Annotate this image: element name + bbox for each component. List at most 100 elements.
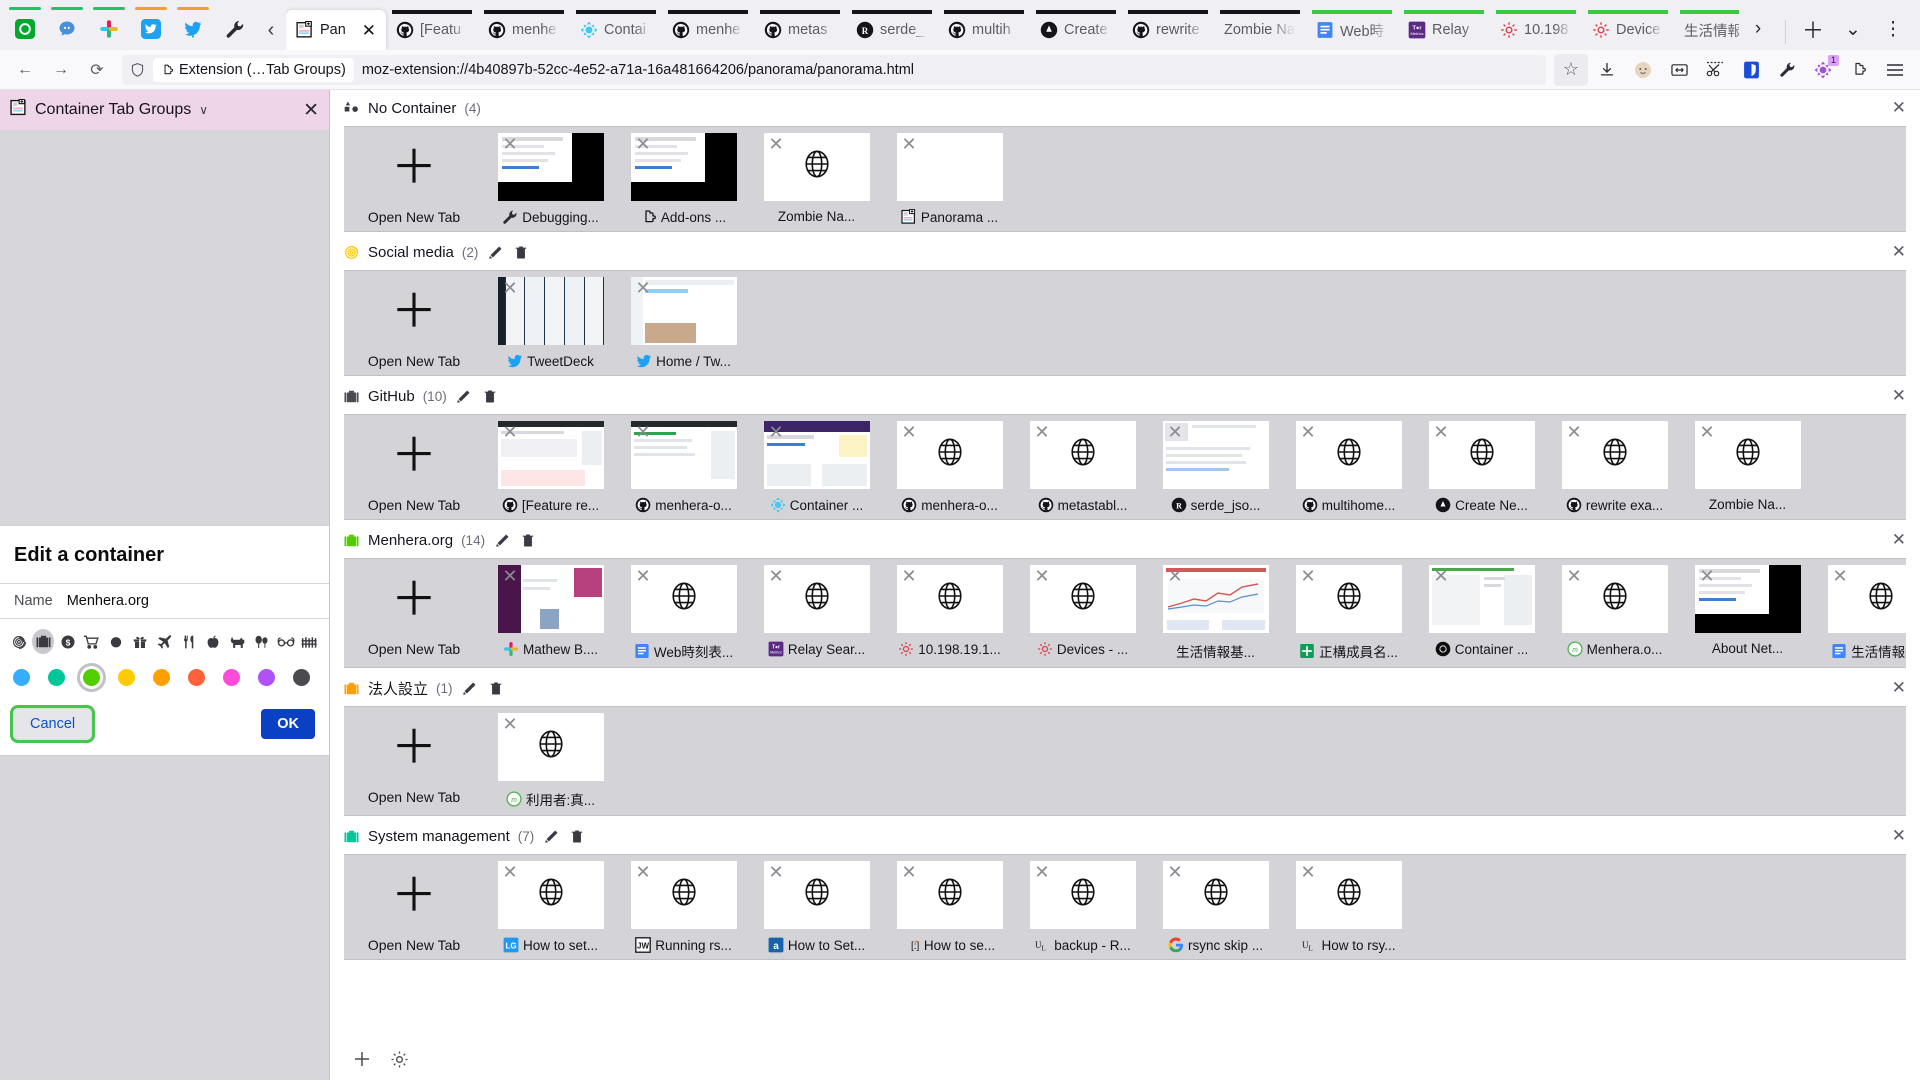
- tab-thumbnail[interactable]: ✕: [1162, 421, 1269, 489]
- group-delete-trash-icon[interactable]: [568, 827, 586, 845]
- browser-tab[interactable]: Rserde_: [846, 10, 938, 50]
- tab-close-button[interactable]: ✕: [503, 715, 518, 733]
- open-new-tab-button[interactable]: ＋ Open New Tab: [344, 277, 484, 369]
- browser-tab[interactable]: T●r Metrics Relay: [1398, 10, 1490, 50]
- group-close-all-button[interactable]: ✕: [1892, 530, 1906, 550]
- browser-tab[interactable]: Web時: [1306, 10, 1398, 50]
- tab-thumbnail[interactable]: ✕: [497, 277, 604, 345]
- container-color-red[interactable]: [185, 666, 208, 689]
- tab-close-button[interactable]: ✕: [1168, 423, 1183, 441]
- tab-thumbnail[interactable]: ✕: [1162, 565, 1269, 633]
- tab-close-button[interactable]: ✕: [503, 567, 518, 585]
- extension-identity-chip[interactable]: Extension (…Tab Groups): [153, 57, 354, 82]
- tab-thumbnail-tile[interactable]: ✕ Add-ons ...: [617, 133, 750, 225]
- tab-close-button[interactable]: ✕: [636, 863, 651, 881]
- ok-button[interactable]: OK: [261, 709, 315, 739]
- bitwarden-icon[interactable]: [1734, 54, 1768, 86]
- container-icon-briefcase[interactable]: [32, 629, 55, 654]
- tab-thumbnail[interactable]: ✕: [896, 861, 1003, 929]
- tab-close-button[interactable]: ✕: [636, 279, 651, 297]
- browser-tab[interactable]: [Featu: [386, 10, 478, 50]
- container-icon-fence[interactable]: [299, 629, 321, 654]
- tab-close-button[interactable]: ✕: [503, 863, 518, 881]
- tab-close-button[interactable]: ✕: [1035, 863, 1050, 881]
- tab-close-button[interactable]: ✕: [1700, 423, 1715, 441]
- container-icon-cart[interactable]: [81, 629, 103, 654]
- settings-gear-button[interactable]: [390, 1050, 409, 1069]
- browser-tab[interactable]: 生活情報基: [1674, 10, 1739, 50]
- pinned-tab-evernote[interactable]: [4, 7, 46, 49]
- browser-tab[interactable]: multih: [938, 10, 1030, 50]
- tab-close-button[interactable]: ✕: [902, 567, 917, 585]
- browser-tab[interactable]: metas: [754, 10, 846, 50]
- pinned-tab-wrench[interactable]: [214, 9, 256, 49]
- scissors-extension-icon[interactable]: [1698, 54, 1732, 86]
- tab-thumbnail-tile[interactable]: ✕ menhera-o...: [617, 421, 750, 513]
- tab-thumbnail-tile[interactable]: ✕ rewrite exa...: [1548, 421, 1681, 513]
- tab-thumbnail[interactable]: ✕: [1295, 861, 1402, 929]
- tab-thumbnail-tile[interactable]: ✕ U Lbackup - R...: [1016, 861, 1149, 953]
- container-color-yellow[interactable]: [115, 666, 138, 689]
- tab-close-button[interactable]: ✕: [769, 567, 784, 585]
- tab-thumbnail[interactable]: ✕: [763, 565, 870, 633]
- tab-thumbnail[interactable]: ✕: [896, 133, 1003, 201]
- browser-tab[interactable]: Create: [1030, 10, 1122, 50]
- tab-thumbnail-tile[interactable]: ✕ Home / Tw...: [617, 277, 750, 369]
- tab-thumbnail[interactable]: ✕: [1162, 861, 1269, 929]
- tab-thumbnail-tile[interactable]: ✕ JW Running rs...: [617, 861, 750, 953]
- tab-thumbnail-tile[interactable]: ✕ Container ...: [750, 421, 883, 513]
- tab-thumbnail-tile[interactable]: ✕ Container ...: [1415, 565, 1548, 657]
- open-new-tab-button[interactable]: ＋ Open New Tab: [344, 565, 484, 657]
- tab-thumbnail-tile[interactable]: ✕ a How to Set...: [750, 861, 883, 953]
- tab-close-button[interactable]: ✕: [902, 135, 917, 153]
- pinned-tab-tweetdeck[interactable]: [172, 7, 214, 49]
- reload-button[interactable]: ⟳: [80, 54, 114, 86]
- tab-thumbnail[interactable]: ✕: [896, 421, 1003, 489]
- tab-thumbnail[interactable]: ✕: [1029, 421, 1136, 489]
- sidebar-close-button[interactable]: ✕: [303, 99, 319, 122]
- container-color-green[interactable]: [80, 666, 103, 689]
- group-delete-trash-icon[interactable]: [519, 531, 537, 549]
- browser-tab[interactable]: Device: [1582, 10, 1674, 50]
- container-icon-gift[interactable]: [129, 629, 151, 654]
- tab-thumbnail-tile[interactable]: ✕ Devices - ...: [1016, 565, 1149, 657]
- container-color-purple[interactable]: [255, 666, 278, 689]
- add-group-button[interactable]: [352, 1049, 372, 1069]
- container-name-input[interactable]: [66, 593, 315, 609]
- tab-close-button[interactable]: ✕: [1035, 423, 1050, 441]
- tab-thumbnail-tile[interactable]: ✕ m 利用者:真...: [484, 713, 617, 809]
- container-color-turquoise[interactable]: [45, 666, 68, 689]
- tab-thumbnail[interactable]: ✕: [1694, 565, 1801, 633]
- tab-close-button[interactable]: ✕: [1567, 423, 1582, 441]
- tab-close-button[interactable]: ✕: [1168, 567, 1183, 585]
- open-new-tab-button[interactable]: ＋ Open New Tab: [344, 421, 484, 513]
- container-color-pink[interactable]: [220, 666, 243, 689]
- url-bar[interactable]: Extension (…Tab Groups) moz-extension://…: [122, 54, 1546, 85]
- group-delete-trash-icon[interactable]: [487, 679, 505, 697]
- group-edit-pencil-icon[interactable]: [461, 679, 479, 697]
- tab-thumbnail[interactable]: ✕: [896, 565, 1003, 633]
- tab-thumbnail-tile[interactable]: ✕ Rserde_jso...: [1149, 421, 1282, 513]
- tab-thumbnail[interactable]: ✕: [630, 133, 737, 201]
- open-new-tab-button[interactable]: ＋ Open New Tab: [344, 133, 484, 225]
- open-new-tab-button[interactable]: ＋ Open New Tab: [344, 713, 484, 805]
- tab-close-button[interactable]: ✕: [1301, 567, 1316, 585]
- containers-badge-icon[interactable]: 1: [1806, 54, 1840, 86]
- tab-thumbnail-tile[interactable]: ✕ Create Ne...: [1415, 421, 1548, 513]
- tab-close-button[interactable]: ✕: [1567, 567, 1582, 585]
- tab-close-button[interactable]: ✕: [1168, 863, 1183, 881]
- group-edit-pencil-icon[interactable]: [455, 387, 473, 405]
- browser-tab[interactable]: Zombie Na: [1214, 10, 1306, 50]
- pinned-tab-slack[interactable]: [88, 7, 130, 49]
- tab-thumbnail-tile[interactable]: ✕ Debugging...: [484, 133, 617, 225]
- open-new-tab-button[interactable]: ＋ Open New Tab: [344, 861, 484, 953]
- group-edit-pencil-icon[interactable]: [486, 243, 504, 261]
- tab-thumbnail-tile[interactable]: ✕ Zombie Na...: [750, 133, 883, 224]
- tab-thumbnail[interactable]: ✕: [1827, 565, 1906, 633]
- app-menu-vertical[interactable]: ⋮: [1874, 10, 1912, 48]
- tab-close-button[interactable]: ✕: [769, 135, 784, 153]
- tab-thumbnail[interactable]: ✕: [763, 133, 870, 201]
- tab-close-button[interactable]: ✕: [1700, 567, 1715, 585]
- tab-close-button[interactable]: ✕: [902, 863, 917, 881]
- group-edit-pencil-icon[interactable]: [542, 827, 560, 845]
